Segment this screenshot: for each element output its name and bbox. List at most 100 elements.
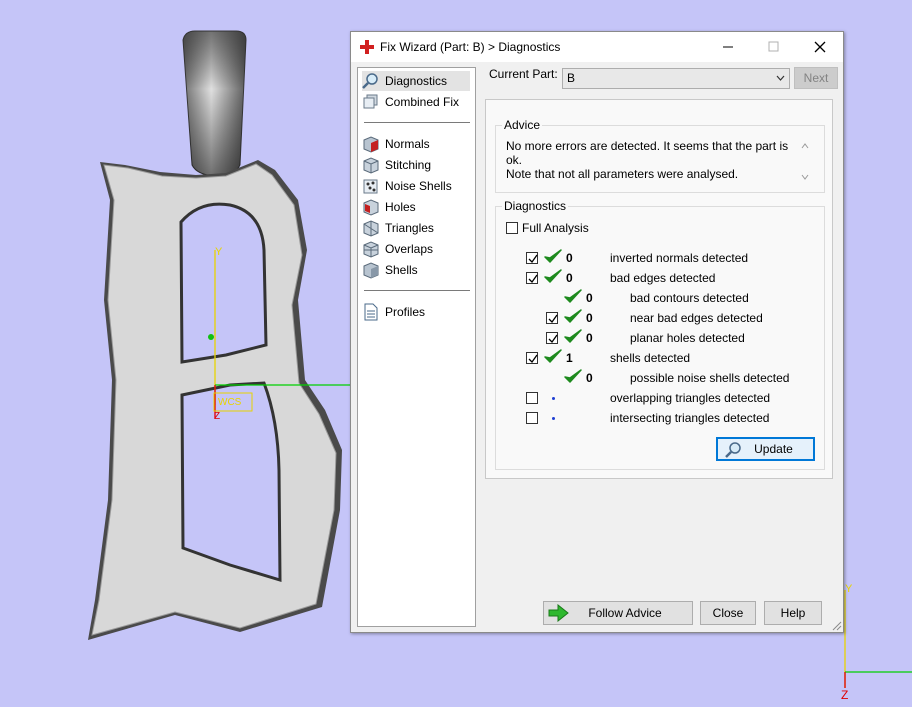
update-button-label: Update	[754, 442, 793, 456]
corner-axes	[844, 590, 912, 688]
advice-text: No more errors are detected. It seems th…	[506, 139, 790, 181]
nav-item-profiles[interactable]: Profiles	[362, 302, 470, 322]
nav-label-diagnostics: Diagnostics	[385, 74, 448, 88]
checkmark-icon	[548, 314, 558, 324]
bad-edges-checkbox[interactable]	[526, 272, 538, 284]
wcs-label: WCS	[218, 397, 242, 408]
cube-overlap-icon	[363, 241, 379, 258]
advice-title: Advice	[502, 118, 543, 132]
shells-label: shells detected	[610, 351, 691, 365]
bad-contours-label: bad contours detected	[630, 291, 749, 305]
nav-item-shells[interactable]: Shells	[362, 260, 470, 280]
shells-checkbox[interactable]	[526, 352, 538, 364]
corner-axis-z-label: Z	[841, 688, 849, 702]
nav-label-combined-fix: Combined Fix	[385, 95, 460, 109]
green-check-icon	[564, 369, 582, 383]
close-icon	[814, 41, 826, 53]
green-check-icon	[544, 269, 562, 283]
inverted-normals-count: 0	[566, 251, 573, 265]
green-check-icon	[544, 249, 562, 263]
nav-label-shells: Shells	[385, 263, 418, 277]
stack-icon	[363, 94, 378, 109]
document-icon	[364, 303, 378, 321]
nav-label-overlaps: Overlaps	[385, 242, 434, 256]
noise-shells-label: possible noise shells detected	[630, 371, 790, 385]
axis-z-label: Z	[214, 411, 221, 422]
pendant-bail	[182, 30, 247, 177]
nav-item-holes[interactable]: Holes	[362, 197, 470, 217]
full-analysis-checkbox[interactable]	[506, 222, 518, 234]
green-check-icon	[544, 349, 562, 363]
nav-item-stitching[interactable]: Stitching	[362, 155, 470, 175]
maximize-icon	[768, 41, 779, 52]
nav-item-noise-shells[interactable]: Noise Shells	[362, 176, 470, 196]
planar-holes-count: 0	[586, 331, 593, 345]
current-part-value: B	[567, 71, 576, 85]
chevron-down-icon	[776, 75, 785, 81]
fix-wizard-dialog: Fix Wizard (Part: B) > Diagnostics Diagn…	[350, 31, 844, 633]
overlapping-triangles-checkbox[interactable]	[526, 392, 538, 404]
wizard-navigation: Diagnostics Combined Fix Normals Stitchi…	[357, 67, 476, 627]
inverted-normals-checkbox[interactable]	[526, 252, 538, 264]
full-analysis-label: Full Analysis	[522, 221, 589, 235]
close-window-button[interactable]	[797, 32, 843, 62]
green-check-icon	[564, 329, 582, 343]
nav-label-profiles: Profiles	[385, 305, 426, 319]
green-check-icon	[564, 289, 582, 303]
nav-item-triangles[interactable]: Triangles	[362, 218, 470, 238]
intersecting-triangles-label: intersecting triangles detected	[610, 411, 770, 425]
near-bad-edges-count: 0	[586, 311, 593, 325]
cube-triangles-icon	[363, 220, 379, 237]
advice-line-1: No more errors are detected. It seems th…	[506, 139, 789, 167]
cube-hole-icon	[363, 199, 379, 216]
next-button[interactable]: Next	[794, 67, 838, 89]
current-part-label: Current Part:	[489, 67, 558, 81]
planar-holes-checkbox[interactable]	[546, 332, 558, 344]
intersecting-triangles-checkbox[interactable]	[526, 412, 538, 424]
checkmark-icon	[548, 334, 558, 344]
advice-line-2: Note that not all parameters were analys…	[506, 167, 739, 181]
current-part-select[interactable]: B	[562, 68, 790, 89]
cube-shells-icon	[363, 262, 379, 279]
nav-item-overlaps[interactable]: Overlaps	[362, 239, 470, 259]
nav-item-combined-fix[interactable]: Combined Fix	[362, 92, 470, 112]
checkmark-icon	[528, 254, 538, 264]
nav-label-stitching: Stitching	[385, 158, 432, 172]
noise-shells-count: 0	[586, 371, 593, 385]
update-button[interactable]: Update	[716, 437, 815, 461]
magnifier-icon	[362, 73, 378, 89]
diagnostics-title: Diagnostics	[502, 199, 569, 213]
advice-scrollbar[interactable]	[800, 142, 810, 182]
nav-item-diagnostics[interactable]: Diagnostics	[362, 71, 470, 91]
diagnostics-group: Diagnostics Full Analysis 0 inverted nor…	[495, 199, 825, 470]
nav-separator	[364, 122, 470, 123]
pending-dot-icon	[552, 397, 555, 400]
near-bad-edges-checkbox[interactable]	[546, 312, 558, 324]
pending-dot-icon	[552, 417, 555, 420]
nav-label-holes: Holes	[385, 200, 416, 214]
follow-advice-button[interactable]: Follow Advice	[543, 601, 693, 625]
close-button[interactable]: Close	[700, 601, 756, 625]
shells-count: 1	[566, 351, 573, 365]
magnifier-icon	[725, 442, 741, 458]
maximize-button[interactable]	[751, 32, 797, 62]
nav-item-normals[interactable]: Normals	[362, 134, 470, 154]
bad-contours-count: 0	[586, 291, 593, 305]
advice-group: Advice No more errors are detected. It s…	[495, 118, 825, 193]
minimize-button[interactable]	[705, 32, 751, 62]
checkmark-icon	[528, 354, 538, 364]
green-check-icon	[564, 309, 582, 323]
nav-label-triangles: Triangles	[385, 221, 434, 235]
help-button[interactable]: Help	[764, 601, 822, 625]
diagnostics-panel: Advice No more errors are detected. It s…	[485, 99, 833, 479]
nav-label-noise-shells: Noise Shells	[385, 179, 452, 193]
overlapping-triangles-label: overlapping triangles detected	[610, 391, 771, 405]
nav-label-normals: Normals	[385, 137, 430, 151]
title-bar[interactable]: Fix Wizard (Part: B) > Diagnostics	[351, 32, 843, 62]
corner-axis-y-label: Y	[845, 583, 853, 595]
green-arrow-icon	[548, 604, 569, 622]
follow-advice-label: Follow Advice	[588, 606, 662, 620]
bad-edges-label: bad edges detected	[610, 271, 716, 285]
resize-grip-icon[interactable]	[832, 621, 842, 631]
planar-holes-label: planar holes detected	[630, 331, 745, 345]
